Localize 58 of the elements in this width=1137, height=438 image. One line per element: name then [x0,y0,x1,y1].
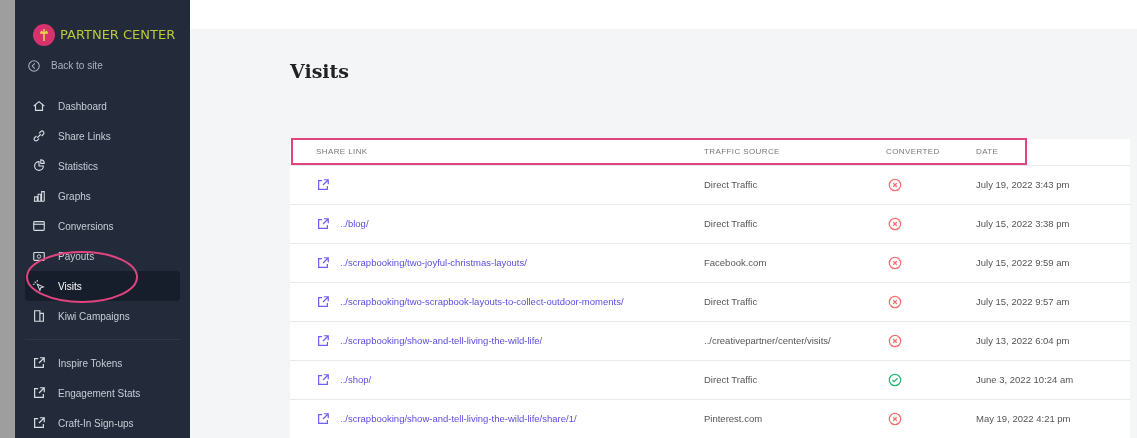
external-link-icon [32,356,46,370]
cursor-click-icon [32,279,46,293]
table-cell-text: July 15, 2022 3:38 pm [976,216,1071,231]
bar-chart-icon [32,189,46,203]
table-cell-text: Facebook.com [704,255,768,270]
table-cell-text: Pinterest.com [704,411,764,426]
column-header: CONVERTED [886,146,941,158]
table-cell-text: June 3, 2022 10:24 am [976,372,1075,387]
card-icon [32,219,46,233]
table-cell-text: July 15, 2022 9:59 am [976,255,1071,270]
page-title: Visits [290,58,350,84]
external-link-icon [316,412,330,426]
sidebar-item[interactable]: Craft-In Sign-ups [25,408,180,438]
sidebar-item[interactable]: Share Links [25,121,180,151]
sidebar-item[interactable]: Kiwi Campaigns [25,301,180,331]
link-icon [32,129,46,143]
column-header: DATE [976,146,1000,158]
logo-text: PARTNER CENTER [60,26,176,45]
external-link-icon [316,334,330,348]
share-link[interactable]: ../scrapbooking/show-and-tell-living-the-wild-life/ [316,333,543,349]
external-link-icon [316,178,330,192]
sidebar-item[interactable]: Conversions [25,211,180,241]
document-icon [32,309,46,323]
table-cell-text: Direct Traffic [704,216,759,231]
sidebar-item[interactable]: Engagement Stats [25,378,180,408]
share-link[interactable]: ../shop/ [316,372,372,388]
sidebar-item[interactable]: Inspire Tokens [25,348,180,378]
table-cell-text: July 19, 2022 3:43 pm [976,177,1071,192]
column-header: SHARE LINK [315,146,369,158]
share-link[interactable]: ../scrapbooking/show-and-tell-living-the-wild-life/share/1/ [316,411,577,427]
share-link[interactable]: ../scrapbooking/two-scrapbook-layouts-to-collect-outdoor-moments/ [316,294,624,310]
pie-chart-icon [32,159,46,173]
table-cell-text: July 13, 2022 6:04 pm [976,333,1071,348]
external-link-icon [32,416,46,430]
share-link[interactable]: ../blog/ [316,216,369,232]
table-cell-text: May 19, 2022 4:21 pm [976,411,1072,426]
logo-icon [32,23,56,48]
wallet-icon [32,249,46,263]
table-cell-text: Direct Traffic [704,177,759,192]
external-link-icon [316,217,330,231]
share-link[interactable]: ../scrapbooking/two-joyful-christmas-layouts/ [316,255,527,271]
sidebar-item[interactable]: Visits [25,271,180,301]
table-cell-text: July 15, 2022 9:57 am [976,294,1071,309]
column-header: TRAFFIC SOURCE [704,146,781,158]
sidebar-item[interactable]: Payouts [25,241,180,271]
sidebar-item[interactable]: Graphs [25,181,180,211]
back-to-site-link[interactable]: Back to site [15,54,190,77]
home-icon [32,99,46,113]
table-cell-text: Direct Traffic [704,372,759,387]
external-link-icon [316,295,330,309]
share-link[interactable] [316,178,330,192]
sidebar-item[interactable]: Statistics [25,151,180,181]
sidebar-item[interactable]: Dashboard [25,91,180,121]
table-cell-text: ../creativepartner/center/visits/ [704,333,832,348]
external-link-icon [316,256,330,270]
external-link-icon [316,373,330,387]
external-link-icon [32,386,46,400]
table-cell-text: Direct Traffic [704,294,759,309]
